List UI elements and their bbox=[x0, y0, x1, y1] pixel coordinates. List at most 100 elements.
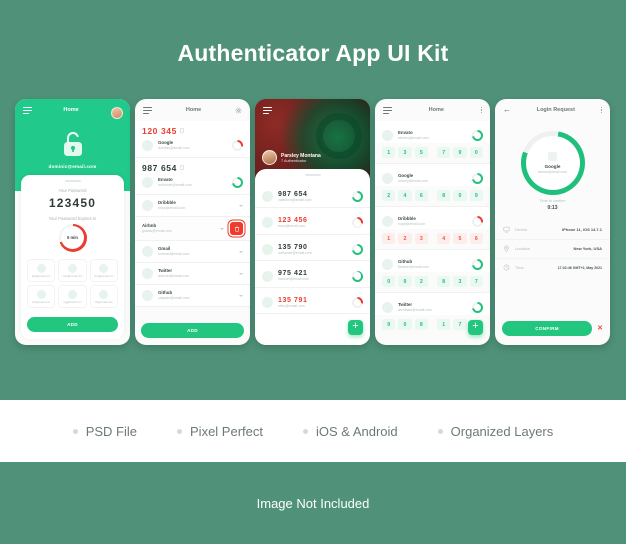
avatar[interactable] bbox=[111, 107, 123, 119]
add-button[interactable]: ADD bbox=[27, 317, 118, 332]
chevron-down-icon[interactable] bbox=[239, 204, 243, 207]
otp-digit: 2 bbox=[414, 276, 428, 287]
copy-icon[interactable] bbox=[179, 128, 184, 133]
avatar bbox=[142, 200, 153, 211]
table-row[interactable]: Twitter antonio@email.com bbox=[135, 263, 250, 285]
bullet-icon bbox=[303, 428, 308, 434]
screen3-sheet: 987 654 valentino@email.com 123 456 bria… bbox=[255, 169, 370, 345]
account-email: brian@email.com bbox=[158, 205, 186, 210]
plus-icon[interactable]: + bbox=[348, 320, 363, 335]
avatar bbox=[142, 246, 153, 257]
table-row[interactable]: Dribbble brian@email.com bbox=[135, 195, 250, 217]
list-item[interactable]: jnk@email.com bbox=[27, 258, 56, 282]
otp-digit: 9 bbox=[469, 190, 483, 201]
screen5-topbar: ← Login Request bbox=[495, 99, 610, 121]
table-row[interactable]: Github fletcher@email.com 0 9 2 8 3 7 bbox=[375, 250, 490, 293]
otp-digit-group: 1 3 5 7 9 0 bbox=[375, 143, 490, 163]
chevron-down-icon[interactable] bbox=[239, 250, 243, 253]
trash-icon[interactable] bbox=[230, 222, 243, 235]
phone-screen-otp-digits: Home Envato winters@email.com 1 3 5 7 9 … bbox=[375, 99, 490, 345]
decorative-lock-backdrop bbox=[316, 113, 362, 159]
service-name: Google bbox=[544, 164, 561, 169]
poster-stage: Authenticator App UI Kit Home dominic@em… bbox=[0, 0, 626, 544]
plus-icon[interactable]: + bbox=[468, 320, 483, 335]
table-row[interactable]: 975 421 hanson@email.com bbox=[255, 261, 370, 288]
monitor-icon bbox=[503, 226, 510, 233]
account-email: lig@email.com bbox=[63, 300, 82, 304]
otp-digit: 4 bbox=[436, 233, 451, 244]
avatar bbox=[262, 190, 273, 202]
avatar[interactable] bbox=[262, 150, 277, 165]
table-row[interactable]: 123 456 brian@email.com bbox=[255, 208, 370, 235]
avatar bbox=[36, 289, 46, 299]
confirm-button[interactable]: CONFIRM bbox=[502, 321, 593, 336]
close-icon[interactable]: ✕ bbox=[597, 325, 603, 332]
account-email: niles@email.com bbox=[278, 303, 305, 308]
more-vertical-icon[interactable] bbox=[480, 106, 482, 114]
hamburger-icon[interactable] bbox=[383, 106, 392, 114]
otp-digit: 0 bbox=[453, 190, 467, 201]
table-row[interactable]: Google rodney@email.com 2 4 6 8 0 9 bbox=[375, 164, 490, 207]
otp-separator bbox=[431, 276, 434, 287]
table-row[interactable]: Dribbble hugh@email.com 1 2 3 4 5 6 bbox=[375, 207, 490, 250]
hamburger-icon[interactable] bbox=[263, 106, 272, 114]
password-label: Your Password bbox=[58, 187, 87, 193]
avatar bbox=[142, 140, 153, 151]
otp-separator bbox=[431, 147, 434, 158]
chevron-down-icon[interactable] bbox=[239, 294, 243, 297]
avatar bbox=[262, 243, 273, 255]
account-email: rodney@email.com bbox=[398, 178, 429, 183]
otp-digit: 6 bbox=[469, 233, 483, 244]
sheet-grabber[interactable] bbox=[64, 180, 81, 182]
otp-code: 975 421 bbox=[278, 270, 308, 278]
avatar bbox=[99, 263, 109, 273]
otp-digit: 0 bbox=[398, 319, 412, 330]
table-row[interactable]: 120 345 Google dominic@email.com bbox=[135, 121, 250, 158]
otp-digit-group: 0 9 2 8 3 7 bbox=[375, 272, 490, 292]
list-item[interactable]: max@email.com bbox=[58, 258, 87, 282]
more-vertical-icon[interactable] bbox=[600, 106, 602, 114]
list-item[interactable]: zlu@email.com bbox=[89, 284, 118, 308]
otp-digit: 8 bbox=[436, 276, 451, 287]
list-item[interactable]: sue@email.com bbox=[89, 258, 118, 282]
countdown-ring bbox=[472, 259, 483, 270]
table-row[interactable]: 135 790 nathaniel@email.com bbox=[255, 234, 370, 262]
countdown-ring bbox=[352, 190, 363, 202]
table-row[interactable]: 135 791 niles@email.com bbox=[255, 287, 370, 315]
list-item[interactable]: lig@email.com bbox=[58, 284, 87, 308]
table-row[interactable]: Gmail norman@email.com bbox=[135, 241, 250, 263]
detail-row-device: Device iPhone 11, iOS 14.7.1 bbox=[495, 221, 610, 240]
copy-icon[interactable] bbox=[179, 165, 184, 170]
hamburger-icon[interactable] bbox=[143, 106, 152, 114]
sheet-grabber[interactable] bbox=[304, 174, 321, 176]
hamburger-icon[interactable] bbox=[23, 106, 32, 114]
back-arrow-icon[interactable]: ← bbox=[503, 106, 511, 114]
screen3-header: Parsley Montana 7 Authenticator bbox=[255, 99, 370, 179]
account-email: winters@email.com bbox=[398, 135, 429, 140]
list-item[interactable]: erl@email.com bbox=[27, 284, 56, 308]
add-button[interactable]: ADD bbox=[141, 323, 244, 338]
bullet-icon bbox=[177, 428, 183, 434]
user-subtitle: 7 Authenticator bbox=[281, 158, 307, 163]
table-row[interactable]: 987 654 valentino@email.com bbox=[255, 181, 370, 209]
table-row[interactable]: Github caspian@email.com bbox=[135, 285, 250, 307]
otp-code: 135 791 bbox=[278, 296, 308, 304]
table-row[interactable]: Envato winters@email.com 1 3 5 7 9 0 bbox=[375, 121, 490, 164]
account-email: hugh@email.com bbox=[398, 221, 426, 226]
table-row-selected[interactable]: Airbnb gustav@email.com bbox=[135, 217, 250, 241]
linked-accounts-grid: jnk@email.com max@email.com sue@email.co… bbox=[21, 258, 124, 308]
features-bar: PSD File Pixel Perfect iOS & Android Org… bbox=[0, 400, 626, 462]
gear-icon[interactable] bbox=[235, 107, 242, 114]
otp-digit: 0 bbox=[469, 147, 483, 158]
location-icon bbox=[504, 245, 509, 252]
countdown-ring bbox=[352, 297, 363, 309]
chevron-down-icon[interactable] bbox=[239, 272, 243, 275]
feature-item: Pixel Perfect bbox=[177, 424, 263, 439]
chevron-down-icon[interactable] bbox=[220, 227, 224, 230]
login-countdown-ring: Google francis@email.com bbox=[495, 131, 610, 195]
account-email: antonio@email.com bbox=[158, 273, 189, 278]
account-email: nathaniel@email.com bbox=[158, 182, 192, 187]
account-email: brian@email.com bbox=[278, 224, 306, 229]
account-email: nathaniel@email.com bbox=[278, 250, 312, 255]
table-row[interactable]: 987 654 Envato nathaniel@email.com bbox=[135, 158, 250, 195]
